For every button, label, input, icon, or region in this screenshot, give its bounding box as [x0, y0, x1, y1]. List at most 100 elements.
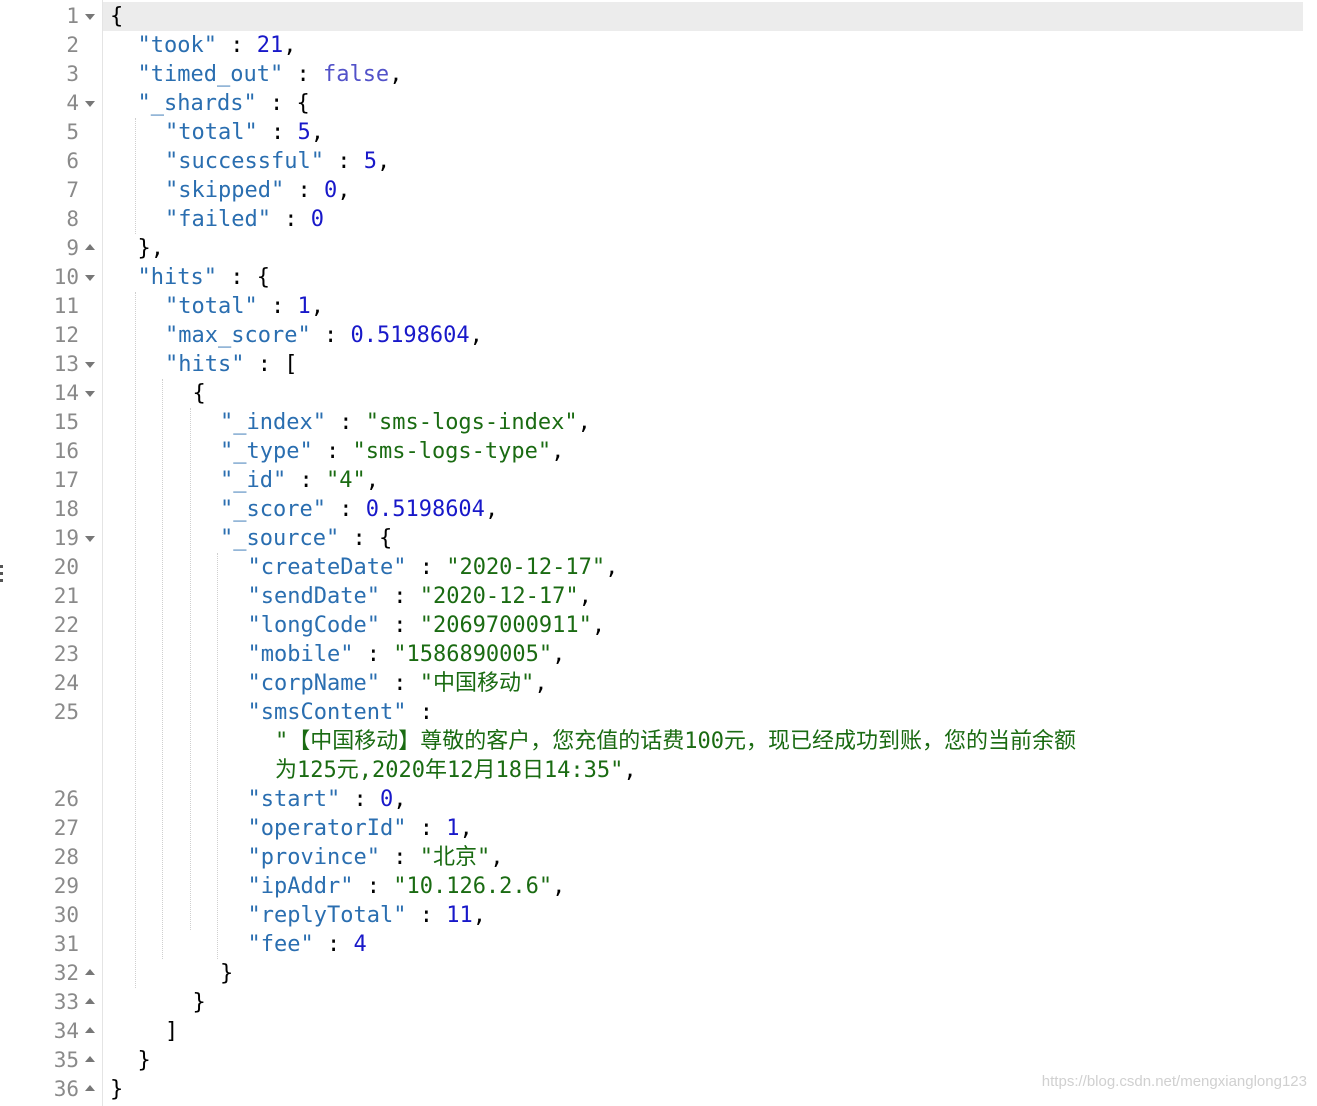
token-pun: :: [353, 874, 394, 899]
token-str: "2020-12-17": [419, 584, 579, 609]
code-line: "_shards" : {: [138, 89, 310, 118]
code-line: "sendDate" : "2020-12-17",: [248, 582, 592, 611]
code-line: "hits" : [: [165, 350, 297, 379]
panel-resize-handle[interactable]: [0, 562, 4, 590]
token-str: "2020-12-17": [446, 555, 606, 580]
line-number: 22: [53, 613, 79, 637]
line-number: 17: [53, 468, 79, 492]
fold-expand-icon[interactable]: [85, 969, 95, 975]
token-pun: :: [313, 932, 354, 957]
code-line: }: [138, 1046, 151, 1075]
token-pun: :: [353, 642, 394, 667]
token-pun: :: [283, 62, 323, 87]
code-line: "hits" : {: [138, 263, 270, 292]
token-pun: ,: [490, 845, 504, 870]
token-num: 0: [310, 207, 324, 232]
gutter-row: 2: [13, 31, 102, 60]
token-key: "failed": [165, 207, 271, 232]
line-number: 6: [66, 149, 79, 173]
token-num: 21: [256, 33, 284, 58]
line-number: 29: [53, 874, 79, 898]
token-pun: : {: [256, 91, 310, 116]
line-number: 11: [53, 294, 79, 318]
token-pun: ,: [623, 758, 637, 783]
gutter-row: 31: [13, 930, 102, 959]
code-line: }: [193, 988, 206, 1017]
token-pun: :: [406, 903, 447, 928]
token-key: "_shards": [137, 91, 257, 116]
line-number: 21: [53, 584, 79, 608]
line-number: 26: [53, 787, 79, 811]
token-key: "max_score": [165, 323, 311, 348]
gutter-row: 28: [13, 843, 102, 872]
line-number: 27: [53, 816, 79, 840]
watermark: https://blog.csdn.net/mengxianglong123: [1041, 1073, 1307, 1090]
code-line: "took" : 21,: [138, 31, 297, 60]
code-line: 为125元,2020年12月18日14:35",: [275, 756, 637, 785]
gutter-row: 32: [13, 959, 102, 988]
json-response-viewer[interactable]: 1 2 3 4 5 6 7 8 9 10 11 12 13 14 15 16 17 18 19 20 21 22 23 24 2…: [13, 0, 1303, 1106]
gutter-row: 6: [13, 147, 102, 176]
code-line: "_type" : "sms-logs-type",: [220, 437, 564, 466]
line-number: 23: [53, 642, 79, 666]
fold-collapse-icon[interactable]: [85, 14, 95, 20]
code-line: "smsContent" :: [248, 698, 433, 727]
token-key: "mobile": [247, 642, 354, 667]
token-num: 1: [297, 294, 311, 319]
gutter-row: 20: [13, 553, 102, 582]
line-number: 9: [66, 236, 79, 260]
fold-expand-icon[interactable]: [85, 1027, 95, 1033]
gutter-row: 12: [13, 321, 102, 350]
fold-collapse-icon[interactable]: [85, 362, 95, 368]
token-pun: :: [310, 323, 351, 348]
token-pun: }: [192, 990, 206, 1015]
token-str: "4": [325, 468, 366, 493]
code-line: "operatorId" : 1,: [248, 814, 473, 843]
line-number: 3: [66, 62, 79, 86]
line-number: 19: [53, 526, 79, 550]
token-num: 0: [379, 787, 394, 812]
code-line: "createDate" : "2020-12-17",: [248, 553, 619, 582]
token-pun: ,: [472, 903, 486, 928]
fold-collapse-icon[interactable]: [85, 101, 95, 107]
fold-collapse-icon[interactable]: [85, 391, 95, 397]
code-line: ]: [165, 1017, 178, 1046]
gutter-row: 7: [13, 176, 102, 205]
token-pun: ,: [365, 468, 379, 493]
gutter-row: 30: [13, 901, 102, 930]
token-pun: :: [323, 149, 364, 174]
token-str: "北京": [419, 845, 491, 870]
indent-guide: [134, 118, 136, 234]
fold-expand-icon[interactable]: [85, 998, 95, 1004]
code-line: "timed_out" : false,: [138, 60, 403, 89]
code-line: {: [110, 2, 123, 31]
fold-expand-icon[interactable]: [85, 1085, 95, 1091]
fold-collapse-icon[interactable]: [85, 536, 95, 542]
token-pun: ,: [578, 584, 592, 609]
line-number: 16: [53, 439, 79, 463]
code-line: "max_score" : 0.5198604,: [165, 321, 483, 350]
token-num: 5: [363, 149, 377, 174]
token-pun: }: [110, 1077, 124, 1102]
token-pun: :: [379, 613, 420, 638]
code-line: },: [138, 234, 165, 263]
line-number: 30: [53, 903, 79, 927]
code-line: "province" : "北京",: [248, 843, 504, 872]
token-pun: {: [192, 381, 206, 406]
code-line: "fee" : 4: [248, 930, 367, 959]
gutter-row: 36: [13, 1075, 102, 1104]
fold-collapse-icon[interactable]: [85, 275, 95, 281]
token-num: 0.5198604: [350, 323, 470, 348]
token-key: "hits": [137, 265, 217, 290]
gutter-row: 1: [13, 2, 102, 31]
token-key: "skipped": [165, 178, 285, 203]
token-pun: : {: [216, 265, 270, 290]
token-key: "total": [165, 120, 258, 145]
gutter-row: 5: [13, 118, 102, 147]
token-str: "1586890005": [393, 642, 553, 667]
fold-expand-icon[interactable]: [85, 1056, 95, 1062]
fold-expand-icon[interactable]: [85, 244, 95, 250]
token-bool: false: [322, 62, 390, 87]
line-number: 13: [53, 352, 79, 376]
token-pun: :: [379, 845, 420, 870]
